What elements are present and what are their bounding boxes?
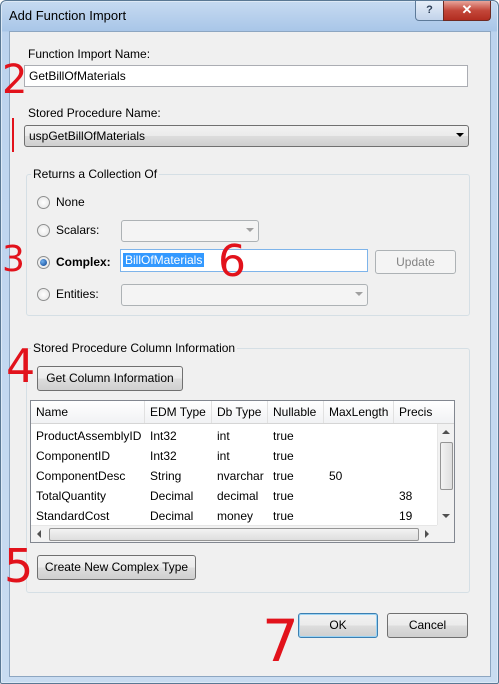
function-import-name-value: GetBillOfMaterials	[29, 69, 126, 83]
cell-nullable: true	[273, 489, 294, 503]
cell-edm-type: String	[150, 469, 182, 483]
cell-db-type: int	[217, 449, 230, 463]
cell-name: StandardCost	[36, 509, 110, 523]
annotation-number-4: 4	[6, 339, 36, 393]
annotation-number-7: 7	[262, 607, 299, 675]
radio-entities-label: Entities:	[56, 287, 99, 301]
vertical-scrollbar[interactable]	[437, 424, 454, 525]
ok-button[interactable]: OK	[298, 613, 378, 638]
cell-maxlength	[324, 486, 394, 506]
update-button[interactable]: Update	[375, 250, 456, 274]
returns-collection-caption: Returns a Collection Of	[31, 167, 160, 181]
column-header-db-type[interactable]: Db Type	[212, 401, 268, 423]
cell-precision	[394, 446, 439, 466]
horizontal-scroll-thumb[interactable]	[49, 528, 419, 541]
stored-procedure-value: uspGetBillOfMaterials	[29, 129, 146, 143]
cell-edm-type: Decimal	[150, 489, 194, 503]
update-button-label: Update	[396, 255, 435, 269]
complex-type-value: BillOfMaterials	[123, 253, 205, 267]
table-header: Name EDM Type Db Type Nullable MaxLength…	[31, 401, 454, 424]
radio-scalars[interactable]	[37, 224, 50, 237]
create-new-complex-type-label: Create New Complex Type	[44, 560, 189, 574]
chevron-down-icon	[246, 228, 254, 232]
radio-complex[interactable]	[37, 256, 50, 269]
annotation-bracket	[12, 118, 14, 152]
chevron-down-icon	[456, 133, 464, 137]
cell-nullable: true	[273, 469, 294, 483]
window-title: Add Function Import	[9, 8, 127, 23]
annotation-number-2: 2	[2, 57, 28, 103]
entities-select[interactable]	[121, 284, 368, 306]
cell-edm-type: Int32	[150, 449, 177, 463]
get-column-information-label: Get Column Information	[46, 371, 174, 385]
cell-precision	[394, 466, 439, 486]
cell-nullable: true	[273, 429, 294, 443]
cancel-button[interactable]: Cancel	[387, 613, 468, 638]
cell-edm-type: Int32	[150, 429, 177, 443]
cell-precision: 19	[399, 509, 413, 523]
create-new-complex-type-button[interactable]: Create New Complex Type	[37, 555, 196, 580]
vertical-scroll-thumb[interactable]	[440, 442, 453, 490]
function-import-name-input[interactable]: GetBillOfMaterials	[24, 65, 468, 87]
table-row[interactable]: ComponentDesc String nvarchar true 50	[31, 466, 441, 486]
cell-precision: 38	[399, 489, 413, 503]
stored-procedure-select[interactable]: uspGetBillOfMaterials	[24, 125, 469, 147]
cell-name: ComponentDesc	[36, 469, 126, 483]
cell-db-type: int	[217, 429, 230, 443]
help-icon: ?	[426, 4, 433, 16]
cell-edm-type: Decimal	[150, 509, 194, 523]
table-row[interactable]: StandardCost Decimal money true 19	[31, 506, 441, 526]
column-header-maxlength[interactable]: MaxLength	[324, 401, 394, 423]
cell-db-type: nvarchar	[217, 469, 264, 483]
column-information-table[interactable]: Name EDM Type Db Type Nullable MaxLength…	[30, 400, 455, 543]
column-information-caption: Stored Procedure Column Information	[31, 341, 238, 355]
cell-name: ComponentID	[36, 449, 111, 463]
scroll-right-icon[interactable]	[425, 530, 429, 538]
annotation-number-6: 6	[218, 236, 246, 287]
radio-none[interactable]	[37, 196, 50, 209]
cell-maxlength	[324, 426, 394, 446]
get-column-information-button[interactable]: Get Column Information	[37, 366, 183, 391]
table-row[interactable]: ComponentID Int32 int true	[31, 446, 441, 466]
scroll-up-icon[interactable]	[442, 430, 450, 434]
close-icon: ✕	[461, 2, 473, 17]
column-header-edm-type[interactable]: EDM Type	[145, 401, 212, 423]
radio-none-label: None	[56, 195, 85, 209]
cell-nullable: true	[273, 509, 294, 523]
cell-name: ProductAssemblyID	[36, 429, 142, 443]
cell-maxlength: 50	[329, 469, 343, 483]
horizontal-scrollbar[interactable]	[31, 525, 437, 542]
scroll-left-icon[interactable]	[37, 530, 41, 538]
stored-procedure-name-label: Stored Procedure Name:	[28, 106, 161, 120]
scroll-corner	[437, 525, 454, 542]
cancel-button-label: Cancel	[408, 618, 447, 632]
title-bar[interactable]: Add Function Import ? ✕	[1, 1, 498, 31]
cell-maxlength	[324, 506, 394, 526]
cell-nullable: true	[273, 449, 294, 463]
function-import-name-label: Function Import Name:	[28, 47, 151, 61]
radio-complex-label: Complex:	[56, 255, 111, 269]
column-header-nullable[interactable]: Nullable	[268, 401, 324, 423]
radio-entities[interactable]	[37, 288, 50, 301]
cell-db-type: decimal	[217, 489, 259, 503]
scroll-down-icon[interactable]	[442, 514, 450, 518]
ok-button-label: OK	[329, 618, 347, 632]
column-header-precision[interactable]: Precis	[394, 401, 444, 423]
table-row[interactable]: TotalQuantity Decimal decimal true 38	[31, 486, 441, 506]
column-header-name[interactable]: Name	[31, 401, 145, 423]
cell-name: TotalQuantity	[36, 489, 107, 503]
close-button[interactable]: ✕	[443, 1, 491, 21]
cell-precision	[394, 426, 439, 446]
cell-db-type: money	[217, 509, 254, 523]
annotation-number-5: 5	[4, 539, 34, 593]
chevron-down-icon	[355, 292, 363, 296]
table-row[interactable]: ProductAssemblyID Int32 int true	[31, 426, 441, 446]
cell-maxlength	[324, 446, 394, 466]
help-button[interactable]: ?	[415, 1, 444, 21]
radio-scalars-label: Scalars:	[56, 223, 100, 237]
annotation-number-3: 3	[2, 239, 25, 280]
